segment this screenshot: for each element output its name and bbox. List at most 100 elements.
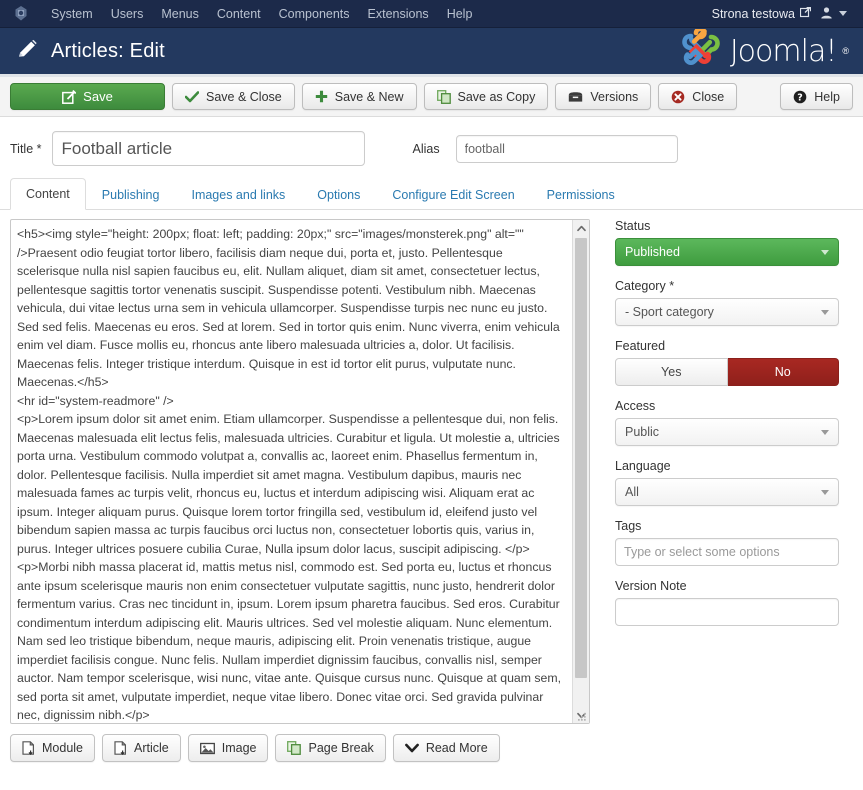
edit-toolbar: Save Save & Close Save & New Save as Cop…	[0, 77, 863, 117]
title-alias-row: Title * Alias	[0, 117, 863, 178]
registered-mark: ®	[842, 46, 849, 56]
tab-content[interactable]: Content	[10, 178, 86, 210]
save-and-close-button[interactable]: Save & Close	[172, 83, 295, 110]
chevron-down-icon	[821, 429, 829, 435]
title-input[interactable]	[51, 131, 365, 166]
insert-article-label: Article	[134, 741, 169, 755]
alias-input[interactable]	[455, 134, 678, 163]
joomla-shield-icon[interactable]	[0, 5, 42, 23]
chevron-down-icon	[404, 743, 419, 753]
circle-x-icon	[671, 90, 685, 104]
language-value: All	[625, 485, 639, 499]
module-page-icon	[22, 741, 35, 755]
insert-module-button[interactable]: Module	[10, 734, 95, 762]
status-label: Status	[615, 219, 651, 233]
save-as-copy-label: Save as Copy	[457, 89, 536, 104]
resize-grip-icon[interactable]	[576, 710, 588, 722]
article-editor: <h5><img style="height: 200px; float: le…	[10, 219, 590, 724]
insert-read-more-button[interactable]: Read More	[392, 734, 500, 762]
site-preview-link[interactable]: Strona testowa	[712, 6, 812, 21]
field-category: Category * - Sport category	[615, 279, 853, 326]
article-options-sidebar: Status Published Category * - Sport cate…	[615, 219, 853, 762]
close-button[interactable]: Close	[658, 83, 738, 110]
insert-image-button[interactable]: Image	[187, 734, 269, 762]
versions-button[interactable]: Versions	[555, 83, 652, 110]
insert-page-break-label: Page Break	[308, 741, 374, 755]
featured-label: Featured	[615, 339, 666, 353]
editor-insert-buttons: Module Article Image Page Break Read Mor…	[10, 724, 590, 762]
insert-article-button[interactable]: Article	[102, 734, 181, 762]
menu-item-menus[interactable]: Menus	[152, 1, 208, 27]
access-select[interactable]: Public	[615, 418, 839, 446]
field-language: Language All	[615, 459, 853, 506]
status-select[interactable]: Published	[615, 238, 839, 266]
category-label: Category *	[615, 279, 675, 293]
field-status: Status Published	[615, 219, 853, 266]
insert-page-break-button[interactable]: Page Break	[275, 734, 386, 762]
menu-item-extensions[interactable]: Extensions	[359, 1, 438, 27]
article-content-textarea[interactable]: <h5><img style="height: 200px; float: le…	[11, 220, 572, 723]
category-select[interactable]: - Sport category	[615, 298, 839, 326]
tab-images-and-links[interactable]: Images and links	[175, 179, 301, 210]
page-header: Articles: Edit Joomla! ®	[0, 28, 863, 77]
insert-read-more-label: Read More	[425, 741, 488, 755]
scrollbar-thumb[interactable]	[575, 238, 587, 678]
svg-text:?: ?	[798, 92, 804, 103]
editor-column: <h5><img style="height: 200px; float: le…	[10, 219, 590, 762]
joomla-brand-icon	[682, 29, 720, 66]
featured-toggle-group: Yes No	[615, 358, 839, 386]
user-menu-button[interactable]	[820, 6, 847, 22]
menu-item-users[interactable]: Users	[102, 1, 153, 27]
edit-form-body: <h5><img style="height: 200px; float: le…	[0, 210, 863, 762]
menu-item-help[interactable]: Help	[438, 1, 482, 27]
tab-publishing[interactable]: Publishing	[86, 179, 176, 210]
tab-permissions[interactable]: Permissions	[531, 179, 631, 210]
field-access: Access Public	[615, 399, 853, 446]
article-page-icon	[114, 741, 127, 755]
version-note-label: Version Note	[615, 579, 687, 593]
tab-options[interactable]: Options	[301, 179, 376, 210]
close-label: Close	[692, 89, 725, 104]
chevron-down-icon	[821, 249, 829, 255]
alias-field-label: Alias	[412, 141, 440, 156]
save-button[interactable]: Save	[10, 83, 165, 110]
chevron-up-icon	[576, 225, 586, 231]
pencil-edit-icon	[16, 38, 38, 65]
check-icon	[185, 90, 199, 103]
image-icon	[199, 742, 215, 755]
access-label: Access	[615, 399, 656, 413]
tags-input[interactable]	[615, 538, 839, 566]
field-tags: Tags	[615, 519, 853, 566]
copy-icon	[436, 89, 451, 104]
featured-yes-button[interactable]: Yes	[615, 358, 728, 386]
scrollbar-track[interactable]	[573, 236, 589, 707]
save-and-new-label: Save & New	[334, 89, 404, 104]
help-button[interactable]: ? Help	[780, 83, 853, 110]
title-field-label: Title *	[10, 141, 42, 156]
save-as-copy-button[interactable]: Save as Copy	[423, 83, 549, 110]
status-value: Published	[625, 245, 680, 259]
edit-square-icon	[62, 89, 77, 104]
page-break-icon	[287, 741, 302, 755]
chevron-down-icon	[839, 11, 847, 16]
featured-no-button[interactable]: No	[727, 358, 839, 386]
scroll-up-button[interactable]	[573, 220, 589, 236]
save-button-label: Save	[83, 89, 113, 104]
menu-item-content[interactable]: Content	[208, 1, 270, 27]
field-featured: Featured Yes No	[615, 339, 853, 386]
admin-top-bar-right: Strona testowa	[712, 6, 853, 22]
joomla-logo: Joomla! ®	[678, 29, 849, 73]
editor-scrollbar[interactable]	[572, 220, 589, 723]
version-note-input[interactable]	[615, 598, 839, 626]
save-and-close-label: Save & Close	[206, 89, 282, 104]
save-and-new-button[interactable]: Save & New	[301, 83, 417, 110]
access-value: Public	[625, 425, 660, 439]
language-select[interactable]: All	[615, 478, 839, 506]
chevron-down-icon	[821, 309, 829, 315]
field-version-note: Version Note	[615, 579, 853, 626]
insert-module-label: Module	[42, 741, 83, 755]
language-label: Language	[615, 459, 671, 473]
tab-configure-edit-screen[interactable]: Configure Edit Screen	[376, 179, 530, 210]
menu-item-components[interactable]: Components	[270, 1, 359, 27]
menu-item-system[interactable]: System	[42, 1, 102, 27]
